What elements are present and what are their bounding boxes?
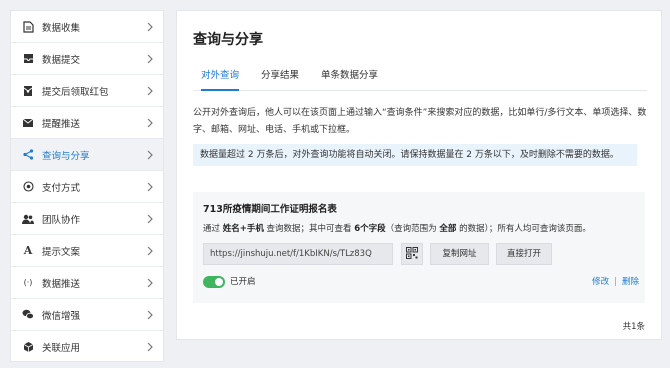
text-icon: A — [23, 244, 33, 257]
code-icon: (·) — [23, 278, 33, 287]
edit-link[interactable]: 修改 — [592, 277, 609, 287]
total-count: 共1条 — [622, 322, 645, 332]
chevron-right-icon — [147, 21, 155, 33]
toggle-status-label: 已开启 — [230, 277, 256, 287]
inbox-icon — [22, 53, 34, 65]
query-field-count: 6个字段 — [354, 224, 386, 234]
qr-code-button[interactable] — [401, 243, 423, 265]
sidebar-item-payment[interactable]: 支付方式 — [11, 171, 163, 203]
tab-share-results[interactable]: 分享结果 — [261, 67, 299, 91]
sidebar-item-label: 提醒推送 — [42, 118, 81, 130]
sidebar-item-wechat[interactable]: 微信增强 — [11, 299, 163, 331]
mail-icon — [22, 117, 34, 129]
chevron-right-icon — [147, 149, 155, 161]
chevron-right-icon — [147, 85, 155, 97]
sidebar-item-label: 数据推送 — [42, 278, 81, 290]
chevron-right-icon — [147, 309, 155, 321]
query-summary-prefix: 通过 — [203, 224, 223, 234]
sidebar-item-label: 微信增强 — [42, 310, 81, 322]
payment-icon — [22, 181, 34, 193]
chevron-right-icon — [147, 213, 155, 225]
query-scope: 全部 — [439, 224, 457, 234]
description-text: 公开对外查询后，他人可以在该页面上通过输入“查询条件”来搜索对应的数据，比如单行… — [193, 108, 647, 135]
query-summary-mid2: （查询范围为 — [385, 224, 440, 234]
notice-banner: 数据量超过 2 万条后，对外查询功能将自动关闭。请保持数据量在 2 万条以下，及… — [193, 144, 637, 166]
sidebar-item-prompt-text[interactable]: A 提示文案 — [11, 235, 163, 267]
sidebar: 数据收集 数据提交 提交后领取红包 提醒推送 查询与分享 支付方式 团队协作 A… — [10, 10, 164, 362]
query-summary-mid1: 查询数据；其中可查看 — [263, 224, 355, 234]
chevron-right-icon — [147, 245, 155, 257]
main-panel: 查询与分享 对外查询 分享结果 单条数据分享 公开对外查询后，他人可以在该页面上… — [176, 10, 662, 340]
sidebar-item-linked-apps[interactable]: 关联应用 — [11, 331, 163, 363]
cube-icon — [22, 341, 34, 353]
sidebar-item-label: 数据提交 — [42, 54, 81, 66]
query-fields: 姓名+手机 — [222, 224, 264, 234]
sidebar-item-label: 支付方式 — [42, 182, 81, 194]
open-url-button[interactable]: 直接打开 — [496, 243, 552, 265]
sidebar-item-team[interactable]: 团队协作 — [11, 203, 163, 235]
tab-single-share[interactable]: 单条数据分享 — [321, 67, 378, 91]
sidebar-item-query-share[interactable]: 查询与分享 — [11, 139, 163, 171]
sidebar-item-data-collection[interactable]: 数据收集 — [11, 11, 163, 43]
sidebar-item-data-submit[interactable]: 数据提交 — [11, 43, 163, 75]
sidebar-item-label: 提交后领取红包 — [42, 86, 109, 98]
toggle-knob — [215, 278, 223, 286]
sidebar-item-label: 提示文案 — [42, 246, 81, 258]
team-icon — [22, 213, 34, 225]
query-summary: 通过 姓名+手机 查询数据；其中可查看 6个字段（查询范围为 全部 的数据）；所… — [203, 222, 591, 234]
qr-code-icon — [406, 246, 418, 262]
red-envelope-icon — [22, 85, 34, 97]
chevron-right-icon — [147, 53, 155, 65]
wechat-icon — [22, 309, 34, 321]
chevron-right-icon — [147, 181, 155, 193]
query-card: 713所疫情期间工作证明报名表 通过 姓名+手机 查询数据；其中可查看 6个字段… — [193, 192, 645, 303]
sidebar-item-label: 关联应用 — [42, 343, 81, 354]
sidebar-item-red-envelope[interactable]: 提交后领取红包 — [11, 75, 163, 107]
separator: | — [614, 277, 617, 287]
enable-toggle[interactable] — [203, 276, 225, 288]
copy-url-button[interactable]: 复制网址 — [430, 243, 489, 265]
query-summary-suffix: 的数据）；所有人均可查询该页面。 — [456, 224, 591, 234]
query-title: 713所疫情期间工作证明报名表 — [203, 204, 337, 215]
document-icon — [22, 20, 34, 33]
chevron-right-icon — [147, 277, 155, 289]
tab-bar: 对外查询 分享结果 单条数据分享 — [193, 67, 647, 91]
sidebar-item-reminder-push[interactable]: 提醒推送 — [11, 107, 163, 139]
tab-external-query[interactable]: 对外查询 — [201, 67, 240, 91]
chevron-right-icon — [147, 341, 155, 353]
sidebar-item-label: 团队协作 — [42, 214, 81, 226]
chevron-right-icon — [147, 117, 155, 129]
page-title: 查询与分享 — [193, 32, 263, 48]
share-icon — [22, 149, 34, 161]
sidebar-item-label: 数据收集 — [42, 22, 81, 34]
sidebar-item-label: 查询与分享 — [42, 150, 90, 162]
delete-link[interactable]: 删除 — [622, 277, 639, 287]
card-actions: 修改 | 删除 — [592, 276, 639, 288]
query-url-field[interactable]: https://jinshuju.net/f/1KbIKN/s/TLz83Q — [203, 243, 393, 265]
sidebar-item-data-push[interactable]: (·) 数据推送 — [11, 267, 163, 299]
